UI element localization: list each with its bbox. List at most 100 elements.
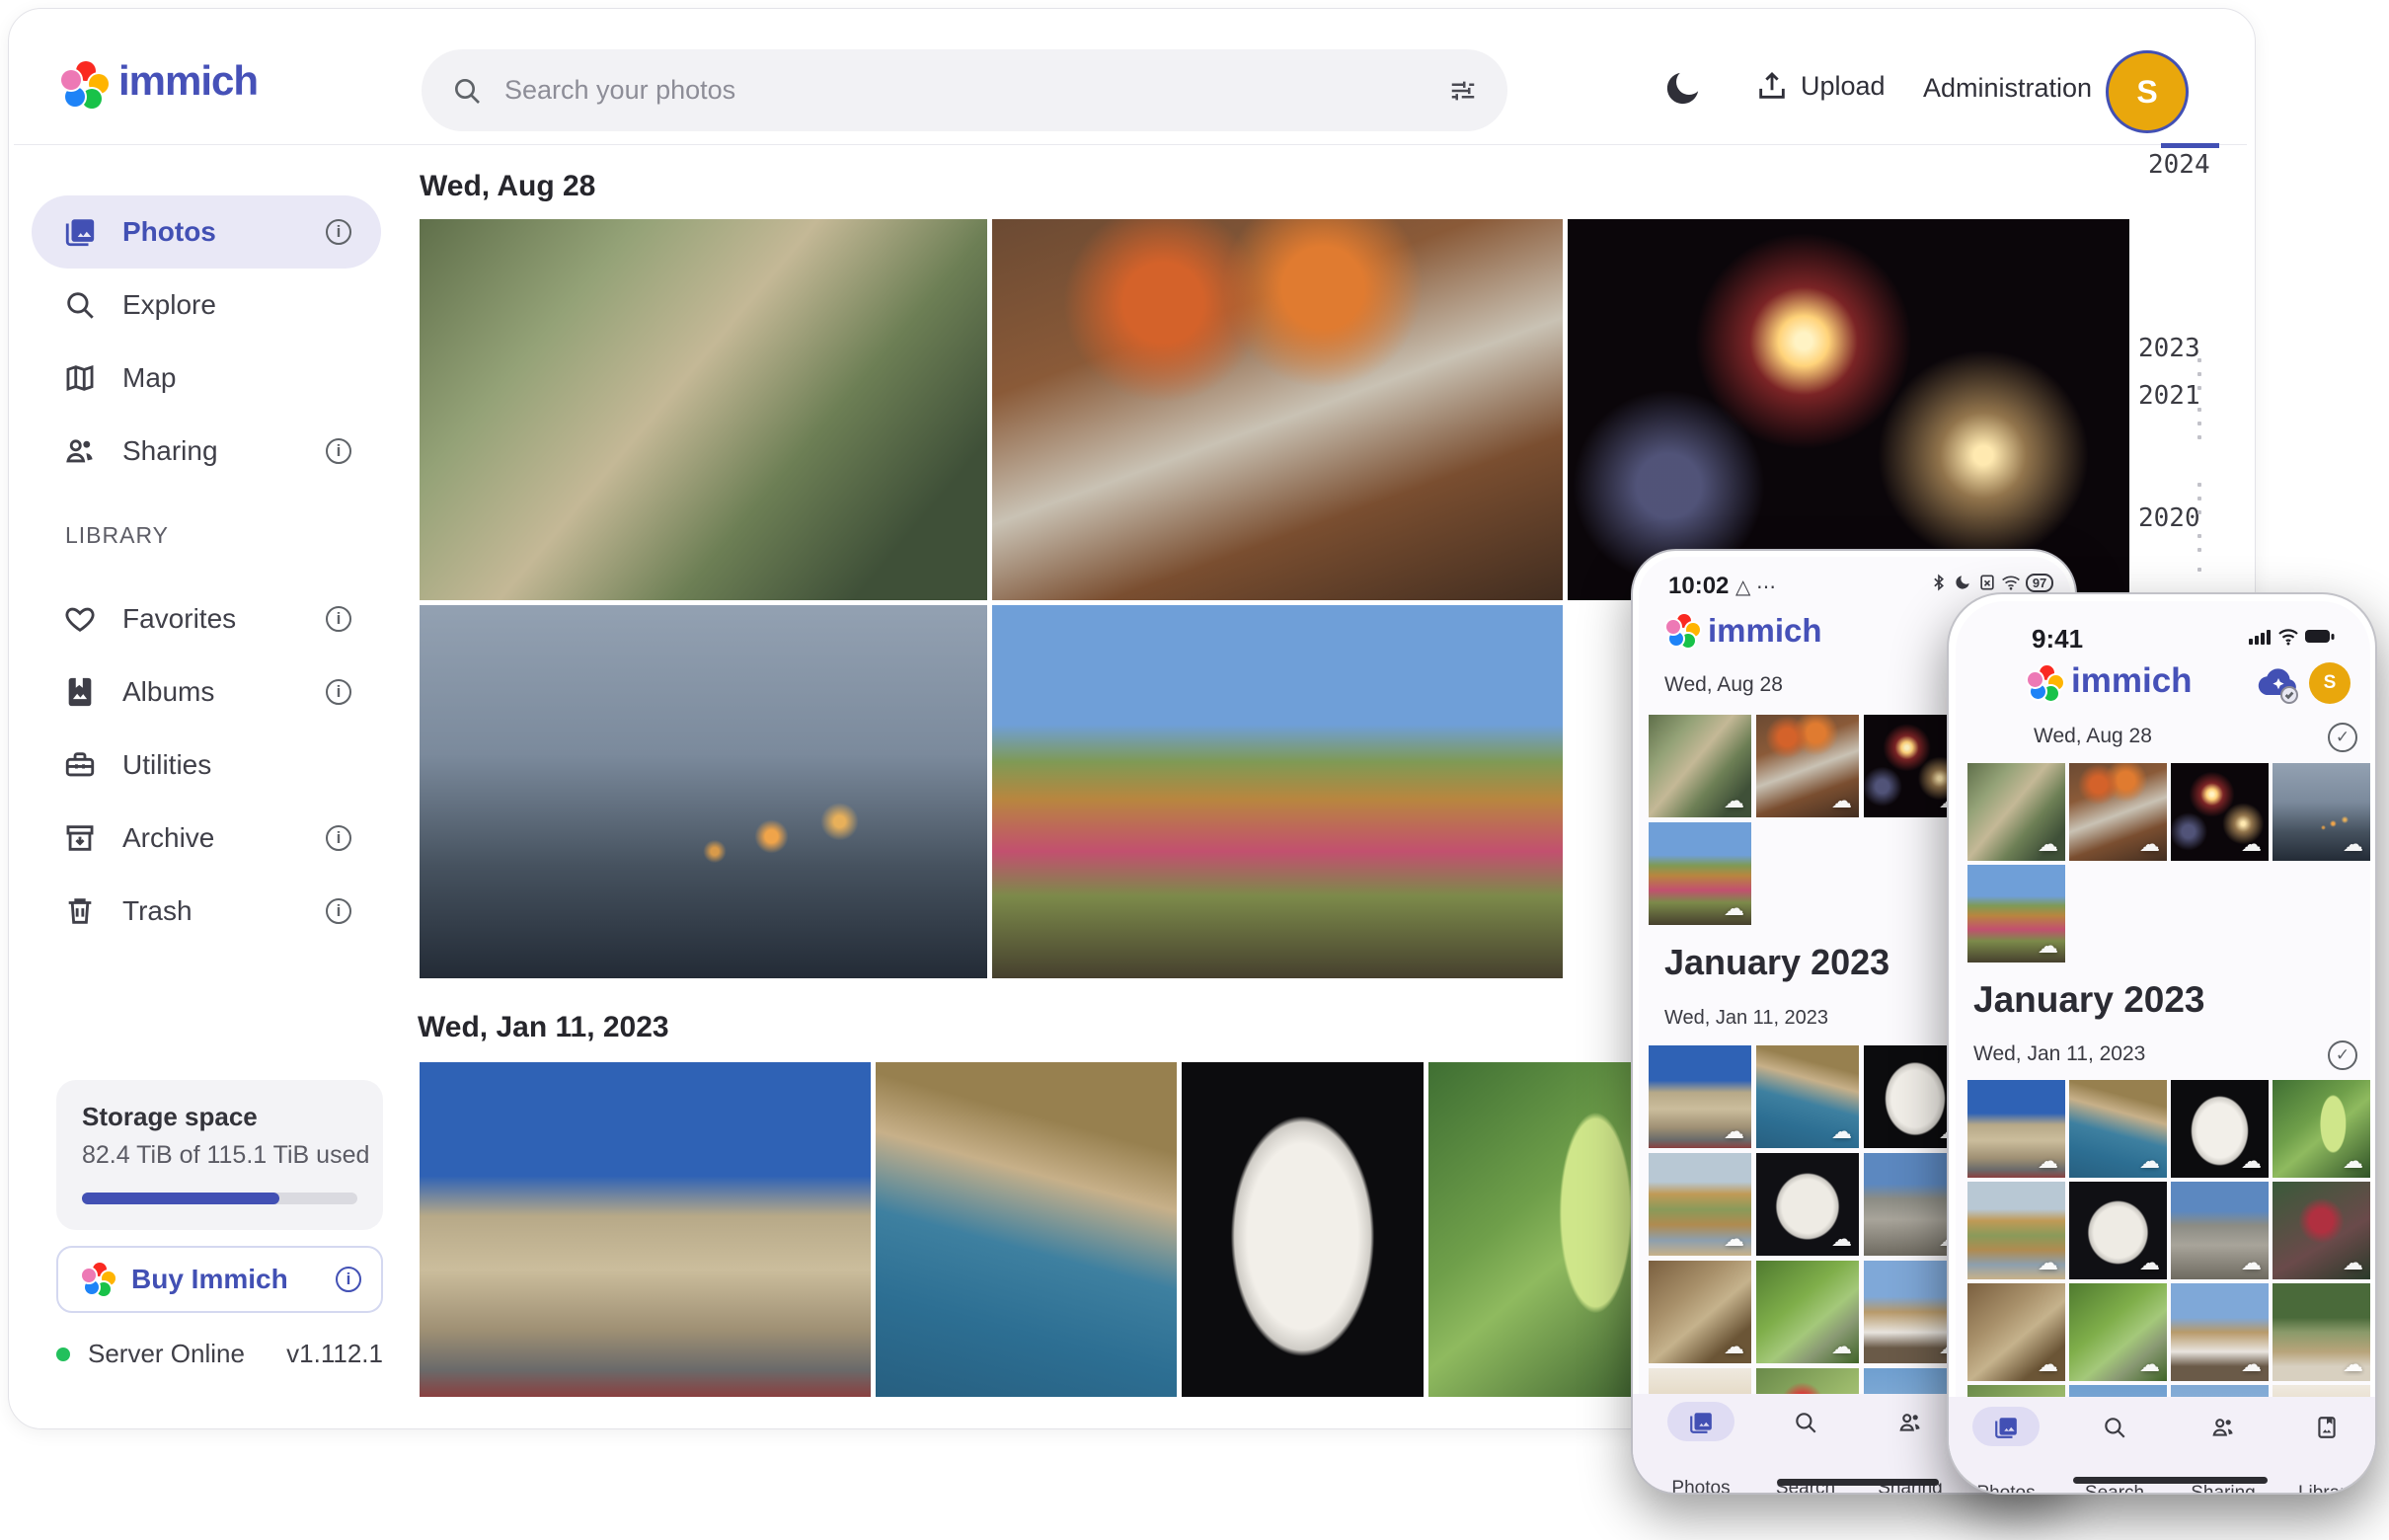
photo-thumbnail[interactable] — [992, 605, 1563, 978]
immich-logo-icon[interactable] — [61, 61, 109, 109]
cloud-backup-icon[interactable] — [2255, 659, 2302, 707]
photo-thumbnail[interactable]: ☁ — [1649, 1153, 1751, 1256]
timeline-year[interactable]: 2021 — [2138, 381, 2200, 411]
user-avatar[interactable]: S — [2309, 662, 2350, 704]
timeline-year[interactable]: 2020 — [2138, 503, 2200, 533]
photos-icon — [1993, 1415, 2019, 1440]
dark-mode-moon-icon[interactable] — [1660, 67, 1704, 111]
upload-button[interactable]: Upload — [1755, 69, 1886, 103]
photo-thumbnail[interactable]: ☁ — [2069, 1080, 2167, 1178]
cloud-sync-icon: ☁ — [2139, 1352, 2160, 1377]
photo-thumbnail[interactable] — [992, 219, 1563, 600]
wifi-icon — [2001, 573, 2021, 592]
sidebar-item-albums[interactable]: Albums i — [32, 655, 381, 729]
upload-icon — [1755, 69, 1789, 103]
home-indicator[interactable] — [1777, 1479, 1939, 1486]
status-time: 9:41 — [2032, 624, 2083, 654]
date-group-heading: Wed, Aug 28 — [2034, 725, 2152, 748]
photo-thumbnail[interactable]: ☁ — [1756, 715, 1859, 817]
select-all-check-icon[interactable]: ✓ — [2328, 723, 2357, 752]
photo-thumbnail[interactable]: ☁ — [2069, 1283, 2167, 1381]
photo-thumbnail[interactable] — [420, 219, 987, 600]
photo-thumbnail[interactable] — [420, 1062, 871, 1397]
sidebar-item-archive[interactable]: Archive i — [32, 802, 381, 875]
photo-thumbnail[interactable]: ☁ — [2273, 1080, 2370, 1178]
photo-thumbnail[interactable]: ☁ — [2273, 763, 2370, 861]
month-heading: January 2023 — [1664, 942, 1889, 983]
photo-thumbnail[interactable]: ☁ — [1649, 1261, 1751, 1363]
home-indicator[interactable] — [2073, 1477, 2268, 1484]
photo-thumbnail[interactable]: ☁ — [2171, 1080, 2269, 1178]
photo-thumbnail[interactable] — [1568, 219, 2129, 600]
photo-thumbnail[interactable]: ☁ — [1649, 715, 1751, 817]
sidebar-item-utilities[interactable]: Utilities — [32, 729, 381, 802]
photo-thumbnail[interactable] — [876, 1062, 1177, 1397]
photo-thumbnail[interactable]: ☁ — [1756, 1045, 1859, 1148]
info-icon[interactable]: i — [326, 219, 351, 245]
search-placeholder: Search your photos — [504, 75, 1448, 106]
sidebar-item-map[interactable]: Map — [32, 342, 381, 415]
photo-thumbnail[interactable]: ☁ — [1967, 1283, 2065, 1381]
sharing-people-icon — [2210, 1415, 2236, 1440]
sidebar-item-explore[interactable]: Explore — [32, 269, 381, 342]
photo-thumbnail[interactable]: ☁ — [2171, 1182, 2269, 1279]
timeline-year[interactable]: 2024 — [2148, 150, 2210, 180]
photo-thumbnail[interactable]: ☁ — [2273, 1283, 2370, 1381]
immich-logo-icon — [1666, 614, 1700, 648]
photo-thumbnail[interactable]: ☁ — [2069, 763, 2167, 861]
photo-thumbnail[interactable]: ☁ — [1756, 1261, 1859, 1363]
photo-thumbnail[interactable]: ☁ — [2171, 1283, 2269, 1381]
timeline-dot — [2197, 568, 2201, 572]
heart-icon — [63, 602, 97, 636]
info-icon[interactable]: i — [326, 438, 351, 464]
photo-thumbnail[interactable]: ☁ — [1967, 1080, 2065, 1178]
server-status-row: Server Online v1.112.1 — [56, 1339, 383, 1369]
search-filters-icon[interactable] — [1448, 76, 1478, 106]
photo-thumbnail[interactable]: ☁ — [1967, 1182, 2065, 1279]
sidebar-item-label: Map — [122, 362, 176, 394]
photo-thumbnail[interactable]: ☁ — [2069, 1182, 2167, 1279]
photo-thumbnail[interactable] — [1182, 1062, 1424, 1397]
info-icon[interactable]: i — [326, 679, 351, 705]
cloud-sync-icon: ☁ — [2038, 1352, 2058, 1377]
sidebar-item-trash[interactable]: Trash i — [32, 875, 381, 948]
nav-tab-library[interactable]: Library — [2282, 1413, 2371, 1495]
nav-tab-photos[interactable]: Photos — [1962, 1413, 2050, 1495]
sidebar-item-sharing[interactable]: Sharing i — [32, 415, 381, 488]
nav-tab-label: Photos — [1657, 1478, 1745, 1495]
sharing-people-icon — [63, 434, 97, 468]
server-online-dot — [56, 1348, 70, 1361]
photo-thumbnail[interactable]: ☁ — [1967, 763, 2065, 861]
nav-tab-label: Sharing — [2179, 1483, 2268, 1495]
storage-progress-track — [82, 1193, 357, 1204]
photo-thumbnail[interactable]: ☁ — [2273, 1182, 2370, 1279]
sidebar-item-photos[interactable]: Photos i — [32, 195, 381, 269]
sidebar-item-favorites[interactable]: Favorites i — [32, 582, 381, 655]
cloud-sync-icon: ☁ — [2241, 1149, 2262, 1174]
administration-link[interactable]: Administration — [1923, 73, 2092, 104]
select-all-check-icon[interactable]: ✓ — [2328, 1040, 2357, 1070]
info-icon[interactable]: i — [336, 1267, 361, 1292]
info-icon[interactable]: i — [326, 606, 351, 632]
photo-thumbnail[interactable]: ☁ — [1649, 1045, 1751, 1148]
sidebar-item-label: Utilities — [122, 749, 211, 781]
search-input[interactable]: Search your photos — [422, 49, 1507, 131]
photo-thumbnail[interactable]: ☁ — [1967, 865, 2065, 962]
buy-immich-button[interactable]: Buy Immich i — [56, 1246, 383, 1313]
timeline-year[interactable]: 2023 — [2138, 334, 2200, 363]
nav-tab-photos[interactable]: Photos — [1657, 1408, 1745, 1495]
photo-thumbnail[interactable]: ☁ — [1649, 822, 1751, 925]
photo-thumbnail[interactable]: ☁ — [2171, 763, 2269, 861]
user-avatar[interactable]: S — [2106, 50, 2189, 133]
photos-icon — [63, 215, 97, 249]
timeline-position-indicator[interactable] — [2161, 143, 2219, 148]
photo-thumbnail[interactable] — [420, 605, 987, 978]
photo-thumbnail[interactable]: ☁ — [1756, 1153, 1859, 1256]
cloud-sync-icon: ☁ — [2038, 1149, 2058, 1174]
cloud-sync-icon: ☁ — [1831, 789, 1852, 813]
sidebar-item-label: Photos — [122, 216, 216, 248]
info-icon[interactable]: i — [326, 898, 351, 924]
info-icon[interactable]: i — [326, 825, 351, 851]
immich-wordmark[interactable]: immich — [118, 57, 258, 105]
timeline-dot — [2197, 483, 2201, 487]
